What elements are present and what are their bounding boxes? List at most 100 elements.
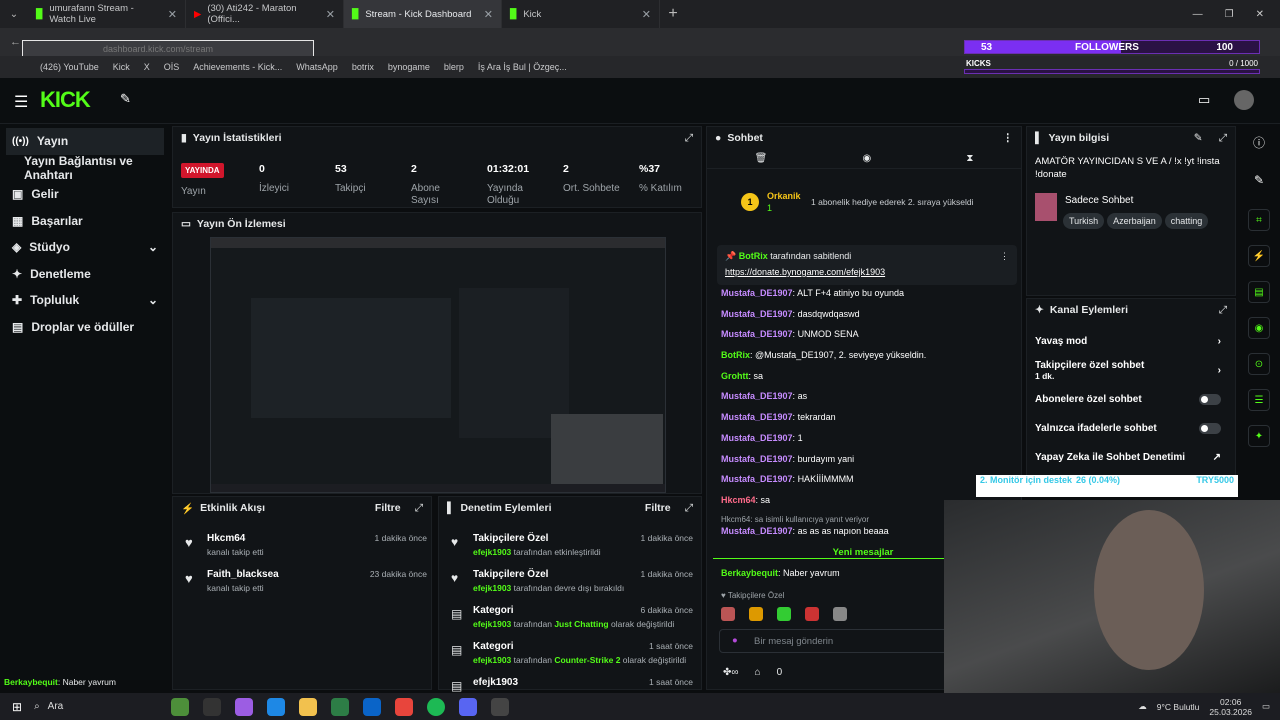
- subs-only-chat[interactable]: Abonelere özel sohbet: [1027, 385, 1235, 414]
- window-close-icon[interactable]: ✕: [1256, 9, 1264, 20]
- expand-icon[interactable]: ⤢: [685, 502, 693, 515]
- maximize-icon[interactable]: ❐: [1225, 9, 1234, 20]
- kick-logo[interactable]: KICK: [40, 87, 91, 113]
- gift-icon[interactable]: ⌂: [755, 667, 761, 678]
- subs-only-toggle[interactable]: [1199, 394, 1221, 405]
- sidebar-item-stream-key[interactable]: Yayın Bağlantısı ve Anahtarı: [0, 154, 170, 182]
- community-icon: ✚: [12, 293, 23, 308]
- close-icon[interactable]: ✕: [326, 8, 335, 21]
- trash-icon[interactable]: 🗑: [755, 153, 768, 164]
- spotify-icon[interactable]: [427, 697, 446, 716]
- bookmark-whatsapp[interactable]: WhatsApp: [296, 62, 338, 72]
- bubble-icon[interactable]: ◉: [862, 153, 871, 164]
- bolt-icon: ⚡: [181, 502, 195, 515]
- obs-icon[interactable]: [491, 697, 510, 716]
- widget-icon[interactable]: [171, 697, 190, 716]
- pencil-icon[interactable]: ✎: [1240, 173, 1278, 187]
- emote-icon[interactable]: [721, 607, 735, 621]
- taskbar-search[interactable]: ⌕ Ara: [34, 697, 164, 717]
- layers-icon[interactable]: ☰: [1248, 389, 1270, 411]
- broadcast-icon[interactable]: ⊙: [1248, 353, 1270, 375]
- ai-moderation[interactable]: Yapay Zeka ile Sohbet Denetimi ↗: [1027, 443, 1235, 472]
- chat-message: Mustafa_DE1907: HAKİİİMMMM: [721, 474, 854, 485]
- sidebar-item-droplar[interactable]: ▤ Droplar ve ödüller: [0, 314, 170, 341]
- tab-2[interactable]: ▶ (30) Ati242 - Maraton (Offici... ✕: [186, 0, 344, 28]
- minimize-icon[interactable]: —: [1193, 9, 1203, 20]
- sidebar-item-gelir[interactable]: ▣ Gelir: [0, 181, 170, 208]
- activity-filter-button[interactable]: Filtre: [375, 502, 401, 514]
- emotes-only-chat[interactable]: Yalnızca ifadelerle sohbet: [1027, 414, 1235, 443]
- close-icon[interactable]: ✕: [168, 8, 177, 21]
- avatar[interactable]: [1234, 90, 1254, 110]
- bookmark-isara[interactable]: İş Ara İş Bul | Özgeç...: [478, 62, 567, 72]
- chrome-icon[interactable]: [395, 697, 414, 716]
- hourglass-icon[interactable]: ⧗: [966, 153, 973, 164]
- preview-video[interactable]: [210, 237, 666, 493]
- sidebar-item-topluluk[interactable]: ✚ Topluluk ⌄: [0, 287, 170, 314]
- tab-search-icon[interactable]: ⌄: [0, 9, 28, 20]
- emote-icon[interactable]: [833, 607, 847, 621]
- screen-icon[interactable]: ▭: [1198, 92, 1210, 108]
- explorer-icon[interactable]: [299, 697, 318, 716]
- discord-icon[interactable]: [459, 697, 478, 716]
- bookmark-youtube[interactable]: (426) YouTube: [40, 62, 99, 72]
- bookmark-bynogame[interactable]: bynogame: [388, 62, 430, 72]
- emote-icon[interactable]: [805, 607, 819, 621]
- doc-icon[interactable]: ▤: [1248, 281, 1270, 303]
- bolt-icon[interactable]: ⚡: [1248, 245, 1270, 267]
- tab-1[interactable]: ▉ umurafann Stream - Watch Live ✕: [28, 0, 186, 28]
- notification-icon[interactable]: ▭: [1262, 701, 1270, 712]
- expand-icon[interactable]: ⤢: [1219, 132, 1227, 145]
- back-icon[interactable]: ←: [10, 36, 21, 48]
- more-icon[interactable]: ⋮: [1003, 132, 1014, 144]
- followers-only-chat[interactable]: Takipçilere özel sohbet 1 dk. ›: [1027, 356, 1235, 385]
- info-circle-icon[interactable]: ⓘ: [1240, 134, 1278, 151]
- bookmark-x[interactable]: X: [144, 62, 150, 72]
- chat-message: Mustafa_DE1907: burdayım yani: [721, 453, 855, 464]
- bookmark-kick[interactable]: Kick: [113, 62, 130, 72]
- new-tab-icon[interactable]: +: [660, 5, 686, 23]
- taskview-icon[interactable]: [203, 697, 222, 716]
- infinity-icon[interactable]: ✤∞: [723, 667, 739, 678]
- sidebar-item-basarilar[interactable]: ▦ Başarılar: [0, 208, 170, 235]
- mail-icon[interactable]: [363, 697, 382, 716]
- edge-icon[interactable]: [267, 697, 286, 716]
- sidebar-item-denetleme[interactable]: ✦ Denetleme: [0, 261, 170, 288]
- tab-3[interactable]: ▉ Stream - Kick Dashboard ✕: [344, 0, 502, 28]
- sidebar-item-yayin[interactable]: ((•)) Yayın: [6, 128, 164, 155]
- pinned-link[interactable]: https://donate.bynogame.com/efejk1903: [725, 267, 1009, 277]
- chat-message: Mustafa_DE1907: 1: [721, 432, 803, 443]
- chat-bubble-icon[interactable]: ◉: [1248, 317, 1270, 339]
- emote-icon[interactable]: [749, 607, 763, 621]
- store-icon[interactable]: [331, 697, 350, 716]
- tools-icon[interactable]: ✦: [1248, 425, 1270, 447]
- windows-icon[interactable]: ⊞: [12, 700, 22, 714]
- chat-icon: ●: [715, 132, 722, 144]
- tab-4[interactable]: ▉ Kick ✕: [502, 0, 660, 28]
- crop-icon[interactable]: ⌗: [1248, 209, 1270, 231]
- slow-mode[interactable]: Yavaş mod ›: [1027, 327, 1235, 356]
- edit-icon[interactable]: ✎: [1194, 132, 1203, 144]
- close-icon[interactable]: ✕: [484, 8, 493, 21]
- expand-icon[interactable]: ⤢: [415, 502, 423, 515]
- copilot-icon[interactable]: [235, 697, 254, 716]
- moderation-filter-button[interactable]: Filtre: [645, 502, 671, 514]
- bookmark-ois[interactable]: OİS: [164, 62, 180, 72]
- emote-icon[interactable]: [777, 607, 791, 621]
- channel-header: ✦ Kanal Eylemleri ⤢: [1035, 303, 1227, 317]
- streamer-face: [1094, 510, 1204, 670]
- pin-icon: 📌: [725, 251, 737, 261]
- close-icon[interactable]: ✕: [642, 8, 651, 21]
- mic-icon[interactable]: ●: [732, 635, 738, 646]
- more-icon[interactable]: ⋮: [1000, 251, 1009, 262]
- browser-tab-bar: ⌄ ▉ umurafann Stream - Watch Live ✕ ▶ (30) …: [0, 0, 1280, 28]
- expand-icon[interactable]: ⤢: [685, 132, 693, 145]
- emotes-only-toggle[interactable]: [1199, 423, 1221, 434]
- sidebar-item-studyo[interactable]: ◈ Stüdyo ⌄: [0, 234, 170, 261]
- menu-icon[interactable]: ☰: [14, 92, 28, 112]
- bookmark-blerp[interactable]: blerp: [444, 62, 464, 72]
- bookmark-achievements[interactable]: Achievements - Kick...: [193, 62, 282, 72]
- bookmark-botrix[interactable]: botrix: [352, 62, 374, 72]
- pin-icon[interactable]: ✎: [120, 91, 131, 107]
- expand-icon[interactable]: ⤢: [1219, 304, 1227, 317]
